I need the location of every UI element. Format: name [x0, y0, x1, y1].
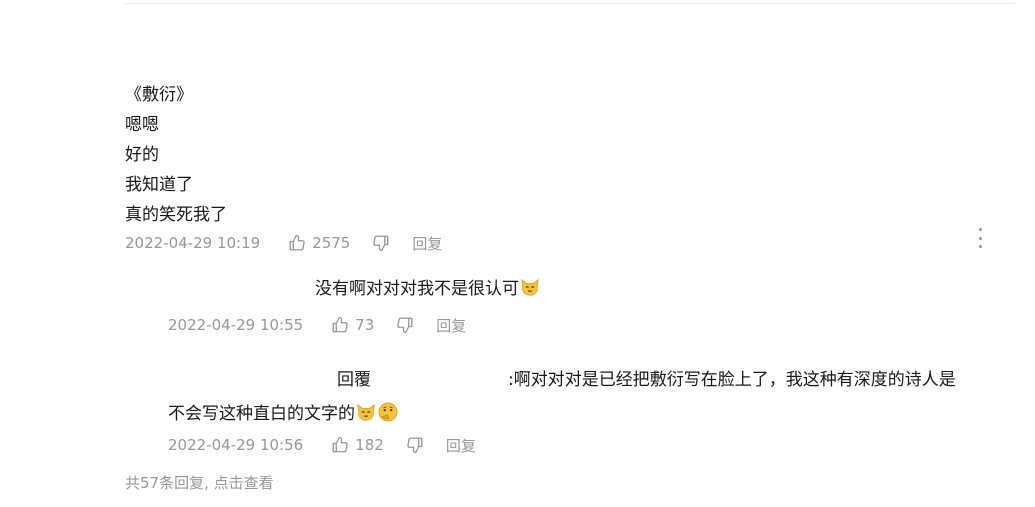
thumbs-down-icon [397, 317, 413, 334]
comment-thread: 《敷衍》 嗯嗯 好的 我知道了 真的笑死我了 2022-04-29 10:19 … [0, 0, 1035, 507]
reply-time: 2022-04-29 10:55 [168, 316, 304, 334]
thumbs-down-icon [373, 235, 389, 252]
divider [125, 3, 1015, 4]
comment-content: 《敷衍》 嗯嗯 好的 我知道了 真的笑死我了 [125, 80, 227, 230]
cat-face-emoji [521, 278, 539, 296]
reply-button[interactable]: 回复 [412, 233, 442, 254]
comment-meta: 2022-04-29 10:19 2575 回复 [125, 231, 442, 255]
reply-button[interactable]: 回复 [436, 315, 466, 336]
thumbs-up-icon [332, 316, 348, 333]
reply-meta: 2022-04-29 10:56 182 回复 [168, 433, 476, 457]
reply-text: :啊对对对是已经把敷衍写在脸上了，我这种有深度的诗人是 [508, 370, 956, 390]
comment-line: 《敷衍》 [125, 85, 193, 105]
like-button[interactable]: 73 [331, 316, 374, 334]
reply-time: 2022-04-29 10:56 [168, 436, 304, 454]
thinking-face-emoji [378, 402, 398, 422]
cat-face-emoji [357, 403, 375, 421]
dislike-button[interactable] [406, 436, 424, 454]
like-count: 73 [355, 316, 375, 334]
comment-line: 真的笑死我了 [125, 205, 227, 225]
thumbs-up-icon [332, 436, 348, 453]
like-button[interactable]: 2575 [288, 234, 350, 252]
thumbs-down-icon [407, 437, 423, 454]
more-options-icon[interactable] [975, 228, 985, 248]
reply-text: 没有啊对对对我不是很认可 [315, 279, 519, 299]
reply-content: 不会写这种直白的文字的 [168, 399, 399, 429]
dislike-button[interactable] [396, 316, 414, 334]
like-button[interactable]: 182 [331, 436, 384, 454]
comment-time: 2022-04-29 10:19 [125, 234, 261, 252]
thumbs-up-icon [289, 234, 305, 251]
like-count: 2575 [312, 234, 351, 252]
reply-prefix[interactable]: 回覆 [337, 365, 371, 395]
comment-line: 我知道了 [125, 175, 193, 195]
reply-text: 不会写这种直白的文字的 [168, 404, 355, 424]
reply-meta: 2022-04-29 10:55 73 回复 [168, 313, 466, 337]
reply-button[interactable]: 回复 [446, 435, 476, 456]
comment-line: 好的 [125, 145, 159, 165]
reply-content: 没有啊对对对我不是很认可 [315, 274, 541, 304]
dislike-button[interactable] [372, 234, 390, 252]
like-count: 182 [355, 436, 384, 454]
view-all-replies-link[interactable]: 共57条回复, 点击查看 [125, 472, 274, 493]
comment-line: 嗯嗯 [125, 115, 159, 135]
